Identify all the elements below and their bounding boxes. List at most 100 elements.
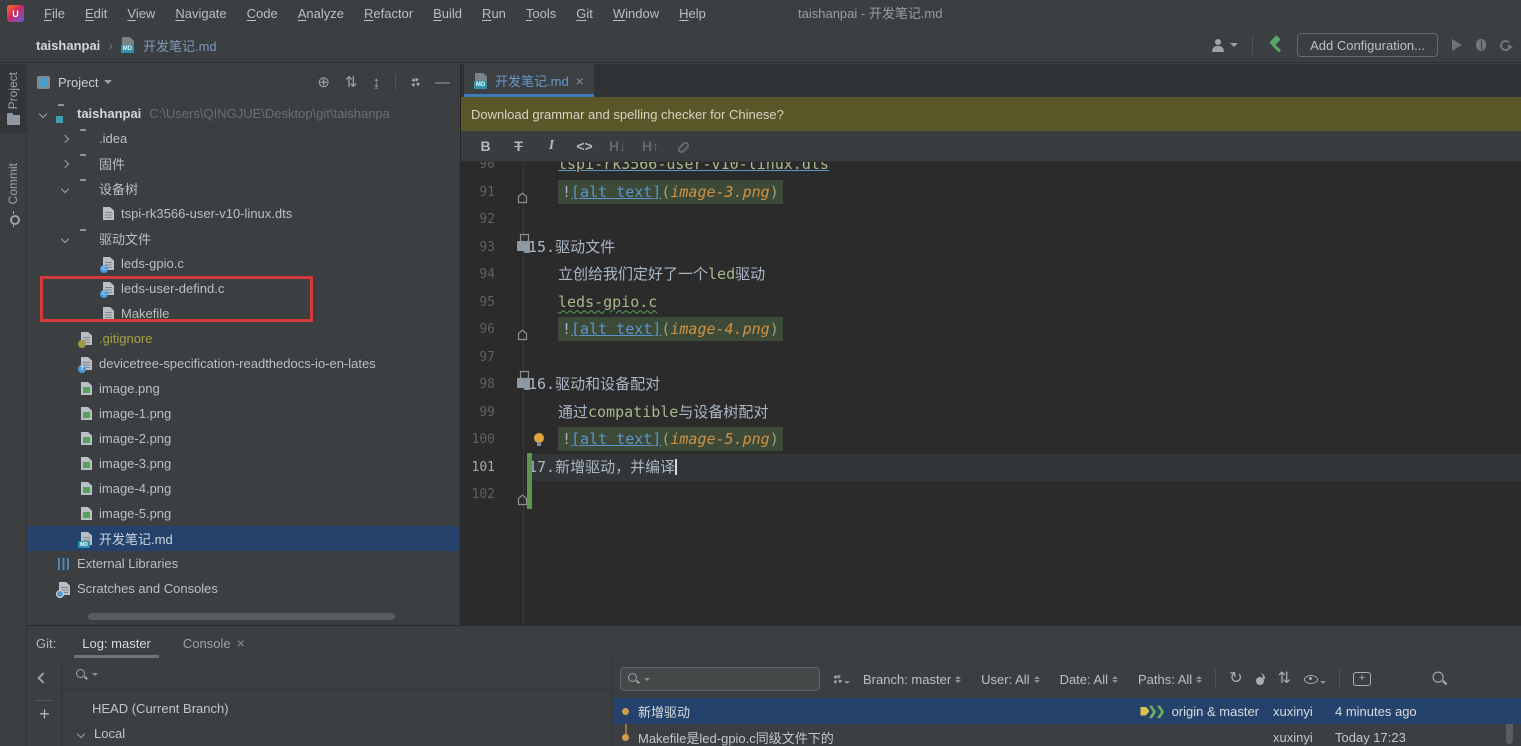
build-hammer-icon[interactable] <box>1267 37 1283 53</box>
tree-item[interactable]: Makefile <box>27 301 460 326</box>
tree-item[interactable]: Cleds-gpio.c <box>27 251 460 276</box>
menu-refactor[interactable]: Refactor <box>354 0 423 27</box>
branch-search-field[interactable] <box>62 660 612 690</box>
tree-item[interactable]: tspi-rk3566-user-v10-linux.dts <box>27 201 460 226</box>
tool-window-commit-button[interactable]: Commit <box>0 155 26 234</box>
tree-item[interactable]: image.png <box>27 376 460 401</box>
tree-item[interactable]: image-1.png <box>27 401 460 426</box>
tree-item[interactable]: External Libraries <box>27 551 460 576</box>
chevron-down-icon[interactable] <box>61 184 69 192</box>
tool-window-project-button[interactable]: Project <box>0 64 26 133</box>
editor-line[interactable]: 90tspi-rk3566-user-v10-linux.dts <box>461 162 1521 179</box>
branch-item[interactable]: Local <box>62 721 612 746</box>
tree-item[interactable]: image-3.png <box>27 451 460 476</box>
intention-bulb-icon[interactable] <box>534 433 544 443</box>
editor-line[interactable]: 9315.驱动文件 <box>461 234 1521 262</box>
link-icon[interactable] <box>667 138 700 154</box>
editor-line[interactable]: 10117.新增驱动，并编译 <box>461 454 1521 482</box>
commit-search-field[interactable] <box>620 667 820 691</box>
menu-analyze[interactable]: Analyze <box>288 0 354 27</box>
tree-item[interactable]: .idea <box>27 126 460 151</box>
tree-item[interactable]: image-4.png <box>27 476 460 501</box>
collapse-left-icon[interactable] <box>37 672 48 683</box>
tree-item[interactable]: 驱动文件 <box>27 226 460 251</box>
menu-edit[interactable]: Edit <box>75 0 117 27</box>
editor-tab[interactable]: MD 开发笔记.md × <box>464 64 594 97</box>
profiler-icon[interactable] <box>1500 40 1511 51</box>
debug-icon[interactable] <box>1476 39 1486 51</box>
close-icon[interactable]: × <box>576 73 584 89</box>
app-logo-icon[interactable]: U <box>7 5 24 22</box>
user-menu-button[interactable] <box>1212 39 1238 52</box>
strikethrough-icon[interactable]: T <box>502 138 535 154</box>
italic-icon[interactable]: I <box>535 138 568 154</box>
editor-line[interactable]: 96![alt text](image-4.png) <box>461 316 1521 344</box>
editor-line[interactable]: 94立创给我们定好了一个led驱动 <box>461 261 1521 289</box>
commit-row[interactable]: 新增驱动❯❯origin & masterxuxinyi4 minutes ag… <box>613 698 1521 724</box>
chevron-down-icon[interactable] <box>39 109 47 117</box>
collapse-all-icon[interactable]: ↨ <box>373 74 381 91</box>
sort-icon[interactable]: ⇅ <box>1278 671 1291 687</box>
menu-window[interactable]: Window <box>603 0 669 27</box>
tab-console[interactable]: Console × <box>171 626 257 660</box>
project-panel-title[interactable]: Project <box>58 75 98 90</box>
tree-item[interactable]: image-5.png <box>27 501 460 526</box>
cherry-pick-icon[interactable] <box>1256 673 1265 685</box>
filter-paths[interactable]: Paths: All <box>1138 672 1202 687</box>
commit-row[interactable]: Makefile是led-gpio.c同级文件下的xuxinyiToday 17… <box>613 724 1521 746</box>
horizontal-scrollbar[interactable] <box>88 613 395 620</box>
editor-line[interactable]: 97 <box>461 344 1521 372</box>
editor-line[interactable]: 99通过compatible与设备树配对 <box>461 399 1521 427</box>
branch-item[interactable]: HEAD (Current Branch) <box>62 696 612 721</box>
code-span-icon[interactable]: <> <box>568 138 601 154</box>
tree-item[interactable]: MD开发笔记.md <box>27 526 460 551</box>
tree-item[interactable]: Scratches and Consoles <box>27 576 460 601</box>
search-icon[interactable] <box>1433 672 1448 687</box>
menu-git[interactable]: Git <box>566 0 603 27</box>
bold-icon[interactable]: B <box>469 138 502 154</box>
menu-help[interactable]: Help <box>669 0 716 27</box>
editor-line[interactable]: 95leds-gpio.c <box>461 289 1521 317</box>
menu-tools[interactable]: Tools <box>516 0 566 27</box>
menu-run[interactable]: Run <box>472 0 516 27</box>
tree-item[interactable]: Cleds-user-defind.c <box>27 276 460 301</box>
menu-navigate[interactable]: Navigate <box>165 0 236 27</box>
gear-icon[interactable] <box>411 78 420 87</box>
menu-file[interactable]: File <box>34 0 75 27</box>
expand-collapse-icon[interactable]: ⇅ <box>345 73 358 91</box>
breadcrumb-project[interactable]: taishanpai <box>36 38 100 53</box>
refresh-icon[interactable]: ↻ <box>1229 671 1242 687</box>
vcs-change-bar[interactable] <box>527 453 532 509</box>
editor-line[interactable]: 9816.驱动和设备配对 <box>461 371 1521 399</box>
tree-item[interactable]: taishanpaiC:\Users\QINGJUE\Desktop\git\t… <box>27 101 460 126</box>
tree-item[interactable]: ?devicetree-specification-readthedocs-io… <box>27 351 460 376</box>
filter-branch[interactable]: Branch: master <box>863 672 961 687</box>
tree-item[interactable]: 设备树 <box>27 176 460 201</box>
menu-build[interactable]: Build <box>423 0 472 27</box>
close-icon[interactable]: × <box>237 635 245 651</box>
locate-file-icon[interactable]: ⊕ <box>317 73 330 91</box>
tree-item[interactable]: .gitignore <box>27 326 460 351</box>
chevron-down-icon[interactable] <box>61 234 69 242</box>
breadcrumb-file[interactable]: 开发笔记.md <box>143 36 217 55</box>
filter-date[interactable]: Date: All <box>1060 672 1118 687</box>
log-settings-button[interactable] <box>833 675 850 684</box>
editor-line[interactable]: 91![alt text](image-3.png) <box>461 179 1521 207</box>
tree-item[interactable]: 固件 <box>27 151 460 176</box>
header-down-icon[interactable]: H↓ <box>601 138 634 154</box>
menu-code[interactable]: Code <box>237 0 288 27</box>
add-icon[interactable]: + <box>27 704 62 725</box>
editor-line[interactable]: 100![alt text](image-5.png) <box>461 426 1521 454</box>
chevron-right-icon[interactable] <box>61 159 69 167</box>
header-up-icon[interactable]: H↑ <box>634 138 667 154</box>
menu-view[interactable]: View <box>117 0 165 27</box>
tab-log-master[interactable]: Log: master <box>70 626 163 660</box>
tree-item[interactable]: image-2.png <box>27 426 460 451</box>
goto-hash-icon[interactable]: + <box>1353 672 1371 686</box>
editor-content[interactable]: 90tspi-rk3566-user-v10-linux.dts91![alt … <box>461 162 1521 624</box>
chevron-down-icon[interactable] <box>77 729 85 737</box>
run-icon[interactable] <box>1452 39 1462 51</box>
hide-panel-icon[interactable]: — <box>435 74 450 91</box>
editor-line[interactable]: 102 <box>461 481 1521 509</box>
editor-line[interactable]: 92 <box>461 206 1521 234</box>
